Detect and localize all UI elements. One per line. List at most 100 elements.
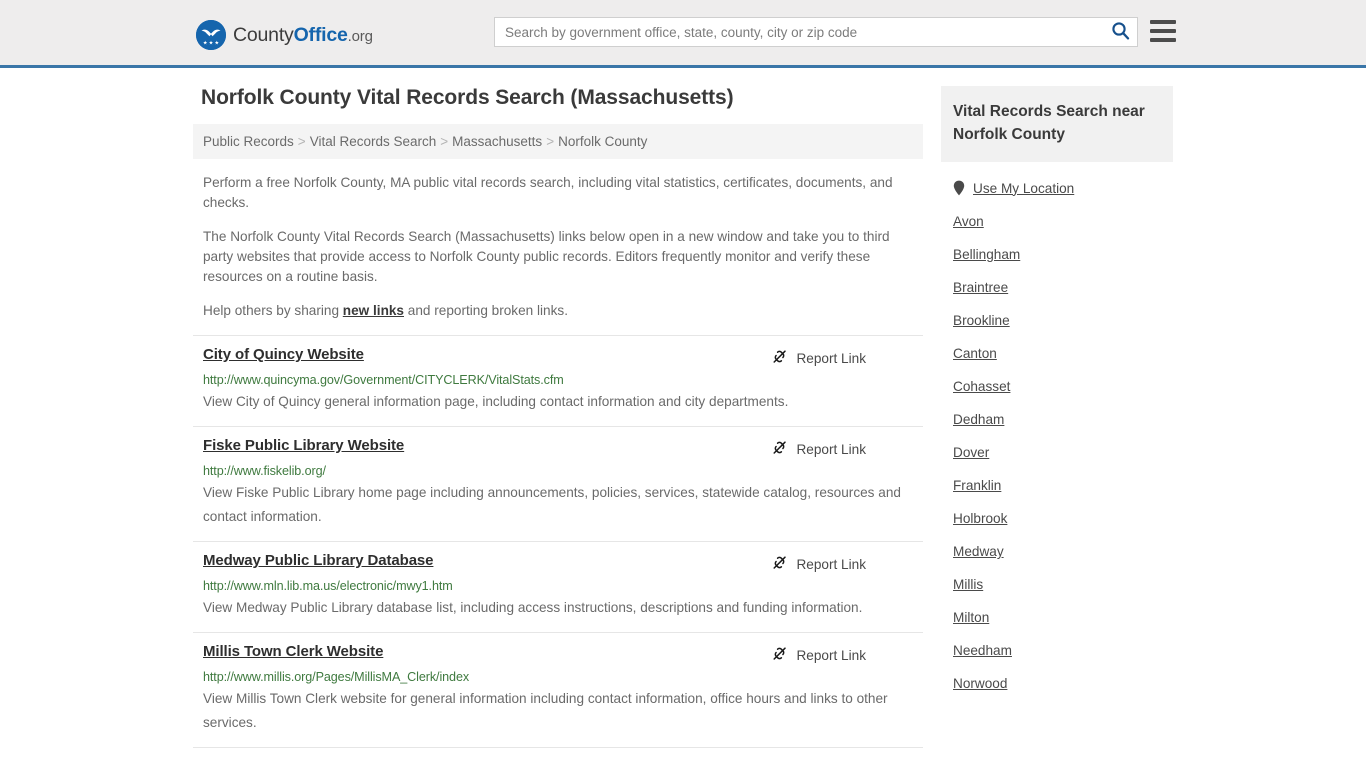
main-content: Norfolk County Vital Records Search (Mas… xyxy=(193,86,923,748)
sidebar-city-link[interactable]: Holbrook xyxy=(953,511,1007,526)
sidebar-city-link[interactable]: Avon xyxy=(953,214,984,229)
logo-text-office: Office xyxy=(293,23,348,46)
result-header: City of Quincy Website Report Link xyxy=(203,346,913,368)
result-url-link[interactable]: http://www.quincyma.gov/Government/CITYC… xyxy=(203,373,913,387)
sidebar-item-canton[interactable]: Canton xyxy=(953,328,1161,361)
result-url-link[interactable]: http://www.fiskelib.org/ xyxy=(203,464,913,478)
sidebar-item-milton[interactable]: Milton xyxy=(953,592,1161,625)
search-input[interactable] xyxy=(495,18,1103,46)
sidebar-item-dover[interactable]: Dover xyxy=(953,427,1161,460)
report-link-label: Report Link xyxy=(796,556,866,572)
logo-text-county: County xyxy=(233,23,294,46)
result-description: View Fiske Public Library home page incl… xyxy=(203,485,901,524)
intro-p3-before: Help others by sharing xyxy=(203,303,343,318)
sidebar-city-link[interactable]: Brookline xyxy=(953,313,1010,328)
site-logo[interactable]: CountyOffice.org xyxy=(196,20,373,50)
broken-link-icon xyxy=(771,439,788,459)
hamburger-bar xyxy=(1150,38,1176,42)
report-link-button[interactable]: Report Link xyxy=(771,348,866,368)
sidebar-city-link[interactable]: Bellingham xyxy=(953,247,1020,262)
result-title-link[interactable]: Millis Town Clerk Website xyxy=(203,643,383,660)
result-description: View City of Quincy general information … xyxy=(203,394,789,409)
page-body: Norfolk County Vital Records Search (Mas… xyxy=(0,68,1366,748)
report-link-label: Report Link xyxy=(796,350,866,366)
result-item: Medway Public Library Database Report Li… xyxy=(193,541,923,632)
results-list: City of Quincy Website Report Link http:… xyxy=(193,335,923,748)
breadcrumb: Public Records > Vital Records Search > Mass… xyxy=(193,124,923,159)
map-pin-icon xyxy=(953,180,965,196)
sidebar-city-link[interactable]: Franklin xyxy=(953,478,1001,493)
sidebar-city-link[interactable]: Milton xyxy=(953,610,989,625)
sidebar-item-medway[interactable]: Medway xyxy=(953,526,1161,559)
report-link-button[interactable]: Report Link xyxy=(771,554,866,574)
sidebar-city-link[interactable]: Norwood xyxy=(953,676,1007,691)
broken-link-icon xyxy=(771,554,788,574)
intro-paragraph-1: Perform a free Norfolk County, MA public… xyxy=(203,175,893,210)
sidebar-item-dedham[interactable]: Dedham xyxy=(953,394,1161,427)
result-header: Medway Public Library Database Report Li… xyxy=(203,552,913,574)
intro-p3-after: and reporting broken links. xyxy=(404,303,568,318)
sidebar-city-link[interactable]: Dover xyxy=(953,445,989,460)
sidebar-item-bellingham[interactable]: Bellingham xyxy=(953,229,1161,262)
sidebar-item-avon[interactable]: Avon xyxy=(953,196,1161,229)
sidebar-item-brookline[interactable]: Brookline xyxy=(953,295,1161,328)
page-title: Norfolk County Vital Records Search (Mas… xyxy=(201,86,734,109)
sidebar-item-needham[interactable]: Needham xyxy=(953,625,1161,658)
sidebar-city-link[interactable]: Dedham xyxy=(953,412,1004,427)
sidebar-item-cohasset[interactable]: Cohasset xyxy=(953,361,1161,394)
broken-link-icon xyxy=(771,348,788,368)
sidebar: Vital Records Search near Norfolk County… xyxy=(941,86,1173,748)
search-button[interactable] xyxy=(1103,18,1137,46)
report-link-button[interactable]: Report Link xyxy=(771,439,866,459)
site-header: CountyOffice.org xyxy=(0,0,1366,68)
result-url-link[interactable]: http://www.millis.org/Pages/MillisMA_Cle… xyxy=(203,670,913,684)
sidebar-item-millis[interactable]: Millis xyxy=(953,559,1161,592)
sidebar-city-link[interactable]: Needham xyxy=(953,643,1012,658)
result-item: Millis Town Clerk Website Report Link ht… xyxy=(193,632,923,747)
sidebar-item-franklin[interactable]: Franklin xyxy=(953,460,1161,493)
sidebar-city-link[interactable]: Braintree xyxy=(953,280,1008,295)
sidebar-heading: Vital Records Search near Norfolk County xyxy=(941,86,1173,162)
hamburger-bar xyxy=(1150,20,1176,24)
use-my-location-link[interactable]: Use My Location xyxy=(973,181,1074,196)
search-icon xyxy=(1111,21,1130,43)
breadcrumb-separator: > xyxy=(297,134,306,149)
hamburger-bar xyxy=(1150,29,1176,33)
hamburger-menu-icon[interactable] xyxy=(1150,20,1176,42)
report-link-label: Report Link xyxy=(796,441,866,457)
report-link-button[interactable]: Report Link xyxy=(771,645,866,665)
breadcrumb-item-public-records[interactable]: Public Records xyxy=(203,134,294,149)
sidebar-item-norwood[interactable]: Norwood xyxy=(953,658,1161,691)
sidebar-city-link[interactable]: Cohasset xyxy=(953,379,1010,394)
result-item: Fiske Public Library Website Report Link xyxy=(193,426,923,541)
result-description: View Millis Town Clerk website for gener… xyxy=(203,691,888,730)
result-description: View Medway Public Library database list… xyxy=(203,600,863,615)
breadcrumb-item-vital-records-search[interactable]: Vital Records Search xyxy=(310,134,437,149)
broken-link-icon xyxy=(771,645,788,665)
logo-text-org: .org xyxy=(347,27,373,45)
eagle-shield-icon xyxy=(196,20,226,50)
new-links-link[interactable]: new links xyxy=(343,303,404,318)
breadcrumb-item-norfolk-county[interactable]: Norfolk County xyxy=(558,134,647,149)
sidebar-item-use-my-location[interactable]: Use My Location xyxy=(953,162,1161,196)
result-url-link[interactable]: http://www.mln.lib.ma.us/electronic/mwy1… xyxy=(203,579,913,593)
sidebar-item-holbrook[interactable]: Holbrook xyxy=(953,493,1161,526)
breadcrumb-item-massachusetts[interactable]: Massachusetts xyxy=(452,134,542,149)
sidebar-city-list: Use My Location Avon Bellingham Braintre… xyxy=(941,162,1173,692)
report-link-label: Report Link xyxy=(796,647,866,663)
sidebar-city-link[interactable]: Medway xyxy=(953,544,1004,559)
search-bar[interactable] xyxy=(494,17,1138,47)
result-header: Fiske Public Library Website Report Link xyxy=(203,437,913,459)
breadcrumb-separator: > xyxy=(440,134,449,149)
result-item-divider xyxy=(193,747,923,748)
sidebar-city-link[interactable]: Millis xyxy=(953,577,983,592)
result-title-link[interactable]: City of Quincy Website xyxy=(203,346,364,363)
sidebar-city-link[interactable]: Canton xyxy=(953,346,997,361)
result-title-link[interactable]: Medway Public Library Database xyxy=(203,552,434,569)
intro-text: Perform a free Norfolk County, MA public… xyxy=(193,173,923,321)
sidebar-item-braintree[interactable]: Braintree xyxy=(953,262,1161,295)
breadcrumb-separator: > xyxy=(546,134,555,149)
intro-paragraph-2: The Norfolk County Vital Records Search … xyxy=(203,229,890,284)
result-header: Millis Town Clerk Website Report Link xyxy=(203,643,913,665)
result-title-link[interactable]: Fiske Public Library Website xyxy=(203,437,404,454)
